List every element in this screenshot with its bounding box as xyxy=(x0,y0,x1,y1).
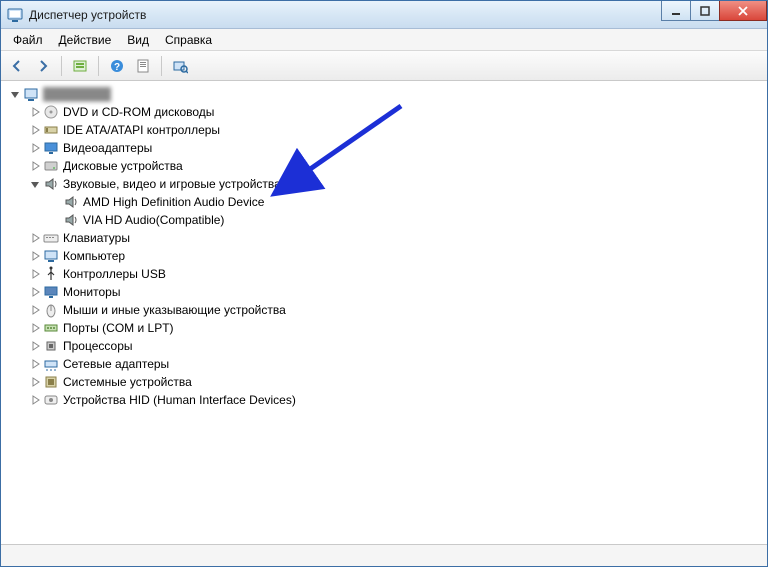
device-label: AMD High Definition Audio Device xyxy=(83,195,264,209)
disc-icon xyxy=(43,104,59,120)
toolbar: ? xyxy=(1,51,767,81)
device-label: VIA HD Audio(Compatible) xyxy=(83,213,224,227)
category-label: Устройства HID (Human Interface Devices) xyxy=(63,393,296,407)
category-label: Клавиатуры xyxy=(63,231,130,245)
tree-category[interactable]: Видеоадаптеры xyxy=(27,139,767,157)
category-label: IDE ATA/ATAPI контроллеры xyxy=(63,123,220,137)
category-label: Дисковые устройства xyxy=(63,159,183,173)
category-label: Компьютер xyxy=(63,249,125,263)
tree-spacer xyxy=(49,214,61,226)
tree-expander[interactable] xyxy=(29,376,41,388)
window-title: Диспетчер устройств xyxy=(29,8,146,22)
tree-expander[interactable] xyxy=(9,88,21,100)
toolbar-separator xyxy=(98,56,99,76)
tree-expander[interactable] xyxy=(29,142,41,154)
toolbar-separator xyxy=(61,56,62,76)
tree-category[interactable]: Устройства HID (Human Interface Devices) xyxy=(27,391,767,409)
network-icon xyxy=(43,356,59,372)
category-label: DVD и CD-ROM дисководы xyxy=(63,105,214,119)
statusbar xyxy=(1,544,767,566)
category-label: Сетевые адаптеры xyxy=(63,357,169,371)
toolbar-separator xyxy=(161,56,162,76)
category-label: Мыши и иные указывающие устройства xyxy=(63,303,286,317)
tree-category[interactable]: Звуковые, видео и игровые устройства xyxy=(27,175,767,193)
category-label: Порты (COM и LPT) xyxy=(63,321,174,335)
minimize-button[interactable] xyxy=(661,1,691,21)
category-label: Процессоры xyxy=(63,339,133,353)
root-label: ████████ xyxy=(43,87,111,101)
tree-device[interactable]: VIA HD Audio(Compatible) xyxy=(47,211,767,229)
category-label: Контроллеры USB xyxy=(63,267,166,281)
sound-icon xyxy=(43,176,59,192)
menu-file[interactable]: Файл xyxy=(5,31,51,49)
tree-expander[interactable] xyxy=(29,340,41,352)
scan-hardware-button[interactable] xyxy=(168,54,192,78)
cpu-icon xyxy=(43,338,59,354)
menu-help[interactable]: Справка xyxy=(157,31,220,49)
tree-category[interactable]: Сетевые адаптеры xyxy=(27,355,767,373)
show-hidden-button[interactable] xyxy=(68,54,92,78)
category-label: Системные устройства xyxy=(63,375,192,389)
tree-category[interactable]: Процессоры xyxy=(27,337,767,355)
close-button[interactable] xyxy=(719,1,767,21)
forward-button[interactable] xyxy=(31,54,55,78)
system-icon xyxy=(43,374,59,390)
computer-icon xyxy=(23,86,39,102)
tree-expander[interactable] xyxy=(29,286,41,298)
computer-icon xyxy=(43,248,59,264)
maximize-button[interactable] xyxy=(690,1,720,21)
tree-device[interactable]: AMD High Definition Audio Device xyxy=(47,193,767,211)
category-label: Мониторы xyxy=(63,285,120,299)
tree-spacer xyxy=(49,196,61,208)
tree-expander[interactable] xyxy=(29,394,41,406)
app-icon xyxy=(7,7,23,23)
tree-category[interactable]: IDE ATA/ATAPI контроллеры xyxy=(27,121,767,139)
sound-icon xyxy=(63,194,79,210)
tree-expander[interactable] xyxy=(29,304,41,316)
tree-category[interactable]: Контроллеры USB xyxy=(27,265,767,283)
tree-category[interactable]: DVD и CD-ROM дисководы xyxy=(27,103,767,121)
tree-content[interactable]: ████████ DVD и CD-ROM дисководы IDE ATA/AT… xyxy=(1,81,767,544)
tree-root-node[interactable]: ████████ xyxy=(7,85,767,103)
sound-icon xyxy=(63,212,79,228)
category-label: Звуковые, видео и игровые устройства xyxy=(63,177,281,191)
tree-expander[interactable] xyxy=(29,124,41,136)
keyboard-icon xyxy=(43,230,59,246)
tree-expander[interactable] xyxy=(29,268,41,280)
tree-expander[interactable] xyxy=(29,322,41,334)
titlebar[interactable]: Диспетчер устройств xyxy=(1,1,767,29)
tree-expander[interactable] xyxy=(29,178,41,190)
tree-expander[interactable] xyxy=(29,106,41,118)
help-button[interactable]: ? xyxy=(105,54,129,78)
menu-view[interactable]: Вид xyxy=(119,31,157,49)
menu-action[interactable]: Действие xyxy=(51,31,120,49)
device-manager-window: Диспетчер устройств Файл Действие Вид Сп… xyxy=(0,0,768,567)
properties-button[interactable] xyxy=(131,54,155,78)
ide-icon xyxy=(43,122,59,138)
tree-expander[interactable] xyxy=(29,160,41,172)
svg-text:?: ? xyxy=(114,62,120,73)
mouse-icon xyxy=(43,302,59,318)
window-controls xyxy=(662,1,767,21)
port-icon xyxy=(43,320,59,336)
tree-category[interactable]: Компьютер xyxy=(27,247,767,265)
monitor-icon xyxy=(43,284,59,300)
tree-expander[interactable] xyxy=(29,232,41,244)
menubar: Файл Действие Вид Справка xyxy=(1,29,767,51)
tree-category[interactable]: Клавиатуры xyxy=(27,229,767,247)
tree-category[interactable]: Порты (COM и LPT) xyxy=(27,319,767,337)
tree-category[interactable]: Системные устройства xyxy=(27,373,767,391)
tree-category[interactable]: Мониторы xyxy=(27,283,767,301)
tree-category[interactable]: Дисковые устройства xyxy=(27,157,767,175)
tree-expander[interactable] xyxy=(29,358,41,370)
hid-icon xyxy=(43,392,59,408)
tree-category[interactable]: Мыши и иные указывающие устройства xyxy=(27,301,767,319)
tree-expander[interactable] xyxy=(29,250,41,262)
usb-icon xyxy=(43,266,59,282)
back-button[interactable] xyxy=(5,54,29,78)
display-icon xyxy=(43,140,59,156)
drive-icon xyxy=(43,158,59,174)
category-label: Видеоадаптеры xyxy=(63,141,152,155)
